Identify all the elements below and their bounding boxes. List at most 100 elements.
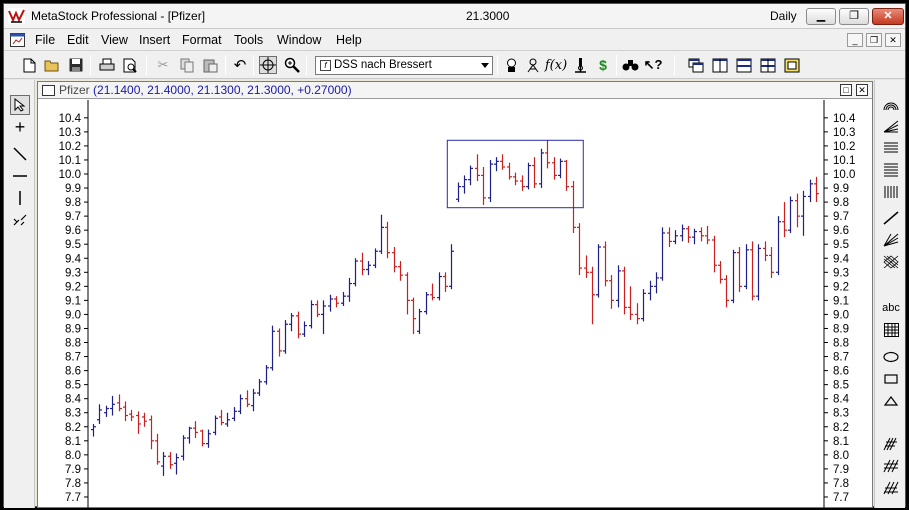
chart-close-button[interactable]: ✕: [856, 84, 868, 96]
left-axis-label: 7.7: [65, 492, 81, 504]
undo-button[interactable]: ↶: [231, 56, 249, 74]
tile-grid-icon: [760, 58, 776, 72]
help-pointer-button[interactable]: ↖?: [643, 56, 663, 74]
price-chart[interactable]: 10.4 10.4 10.3 10.3 10.2 10.2 10.1 10.1 10.0 10.0…: [38, 100, 872, 508]
right-axis-label: 8.7: [833, 352, 849, 364]
ellipse-tool-button[interactable]: [881, 347, 901, 367]
new-button[interactable]: [20, 56, 38, 74]
left-axis-label: 7.8: [65, 478, 81, 490]
title-bar: MetaStock Professional - [Pfizer] 21.300…: [4, 4, 905, 29]
cross-tool-button[interactable]: +: [10, 117, 30, 137]
paste-button[interactable]: [201, 56, 219, 74]
chevron-down-icon[interactable]: [481, 63, 489, 68]
tile-grid-button[interactable]: [759, 56, 777, 74]
triangle-tool-button[interactable]: [881, 391, 901, 411]
menu-insert[interactable]: Insert: [139, 33, 170, 47]
zoom-button[interactable]: [283, 56, 301, 74]
right-axis-label: 7.9: [833, 464, 849, 476]
parallel-lines-tool-button[interactable]: [10, 210, 30, 230]
retracement-lines-icon: [884, 142, 898, 153]
select-tool-button[interactable]: [10, 95, 30, 115]
menu-window[interactable]: Window: [277, 33, 321, 47]
quotes-button[interactable]: $: [594, 56, 612, 74]
close-icon: ✕: [858, 85, 866, 95]
trendline-tool-button[interactable]: [10, 144, 30, 164]
mdi-minimize-button[interactable]: _: [847, 33, 863, 47]
menu-file[interactable]: File: [35, 33, 55, 47]
title-periodicity: Daily: [770, 9, 797, 23]
left-axis-label: 9.3: [65, 267, 81, 279]
expert-advisor-select[interactable]: f DSS nach Bressert: [315, 56, 493, 75]
security-name: Pfizer: [59, 83, 90, 97]
menu-bar: File Edit View Insert Format Tools Windo…: [4, 29, 905, 51]
fibonacci-retracement-tool-button[interactable]: [881, 138, 901, 158]
chart-window[interactable]: Pfizer (21.1400, 21.4000, 21.1300, 21.30…: [37, 81, 873, 508]
menu-format[interactable]: Format: [182, 33, 222, 47]
cycle-lines-tool-button[interactable]: [881, 94, 901, 114]
horizontal-line-tool-button[interactable]: [10, 166, 30, 186]
gann-fan-tool-button[interactable]: [881, 230, 901, 250]
print-preview-button[interactable]: [121, 56, 139, 74]
rectangle-tool-button[interactable]: [881, 369, 901, 389]
vertical-line-tool-button[interactable]: [10, 188, 30, 208]
table-tool-button[interactable]: [881, 320, 901, 340]
andrews-pitchfork-tool-button[interactable]: [881, 434, 901, 454]
left-axis-label: 8.6: [65, 366, 81, 378]
crosshair-button[interactable]: [259, 56, 277, 74]
zoom-magnifier-icon: [284, 57, 300, 73]
left-axis-label: 9.7: [65, 211, 81, 223]
time-zones-tool-button[interactable]: [881, 182, 901, 202]
print-button[interactable]: [98, 56, 116, 74]
error-channel-tool-button[interactable]: [881, 478, 901, 498]
explorer-button[interactable]: [524, 56, 542, 74]
restore-button[interactable]: ❐: [839, 8, 869, 25]
left-axis-label: 10.0: [59, 169, 81, 181]
left-axis-label: 8.4: [65, 394, 82, 406]
right-axis-label: 9.0: [833, 309, 849, 321]
metastock-logo-icon[interactable]: [8, 8, 25, 24]
chart-document-icon[interactable]: [42, 85, 55, 96]
expert-advisor-button[interactable]: [502, 56, 520, 74]
minimize-button[interactable]: ▁: [806, 8, 836, 25]
cascade-windows-button[interactable]: [687, 56, 705, 74]
gann-grid-tool-button[interactable]: [881, 252, 901, 272]
menu-help[interactable]: Help: [336, 33, 362, 47]
copy-button[interactable]: [178, 56, 196, 74]
help-cursor-icon: ↖?: [643, 57, 663, 72]
binoculars-button[interactable]: [621, 56, 639, 74]
menu-tools[interactable]: Tools: [234, 33, 263, 47]
document-menu-icon[interactable]: [10, 33, 25, 47]
cascade-windows-icon: [688, 58, 704, 72]
arrange-icons-button[interactable]: [783, 56, 801, 74]
mdi-close-button[interactable]: ✕: [885, 33, 901, 47]
menu-view[interactable]: View: [101, 33, 128, 47]
chart-title-bar: Pfizer (21.1400, 21.4000, 21.1300, 21.30…: [38, 82, 872, 99]
close-button[interactable]: ✕: [872, 8, 904, 25]
cut-button[interactable]: ✂: [154, 56, 172, 74]
tile-vertical-button[interactable]: [711, 56, 729, 74]
fibonacci-arcs-tool-button[interactable]: [881, 160, 901, 180]
new-file-icon: [23, 58, 35, 72]
chart-maximize-button[interactable]: □: [840, 84, 852, 96]
quadrant-lines-tool-button[interactable]: [881, 456, 901, 476]
pitchfork-icon: [883, 437, 897, 451]
text-tool-button[interactable]: abc: [881, 298, 901, 318]
left-axis-label: 9.1: [65, 295, 81, 307]
menu-edit[interactable]: Edit: [67, 33, 89, 47]
system-tester-button[interactable]: [571, 56, 589, 74]
tile-horizontal-button[interactable]: [735, 56, 753, 74]
toolbar-separator: [253, 55, 254, 75]
speed-lines-tool-button[interactable]: [881, 116, 901, 136]
left-axis-label: 8.9: [65, 323, 81, 335]
open-button[interactable]: [43, 56, 61, 74]
mdi-restore-button[interactable]: ❐: [866, 33, 882, 47]
title-last-price: 21.3000: [466, 9, 510, 23]
tile-horizontal-icon: [736, 58, 752, 72]
left-axis-label: 10.2: [59, 141, 81, 153]
line-tool-button[interactable]: [881, 208, 901, 228]
arrange-icons-icon: [784, 58, 800, 72]
indicator-builder-button[interactable]: f(x): [545, 56, 567, 74]
left-axis-label: 9.2: [65, 281, 81, 293]
vertical-line-icon: [19, 191, 21, 205]
save-button[interactable]: [67, 56, 85, 74]
